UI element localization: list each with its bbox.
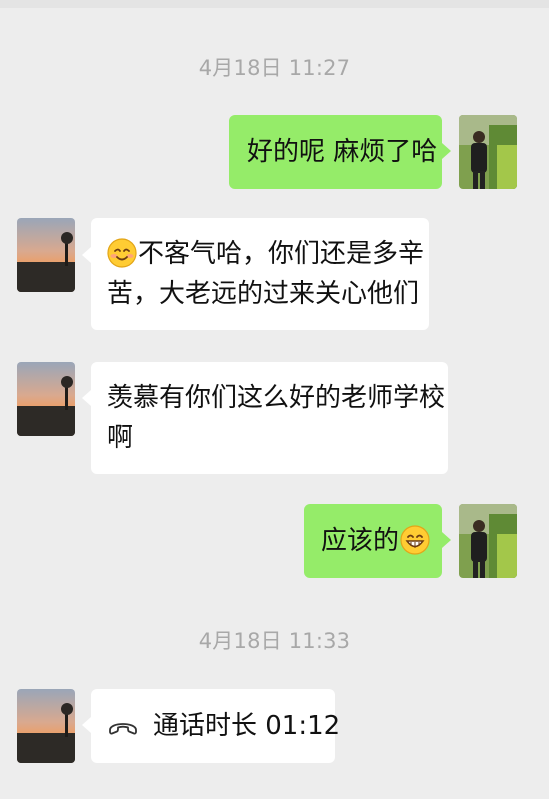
message-text-line: 苦，大老远的过来关心他们	[107, 279, 420, 309]
call-duration-text: 通话时长 01:12	[153, 711, 341, 741]
contact-avatar[interactable]	[17, 689, 75, 763]
message-text: 应该的	[321, 526, 400, 556]
grin-emoji-icon	[400, 525, 430, 555]
bubble-tail	[442, 143, 451, 159]
outgoing-message-bubble[interactable]: 应该的	[304, 504, 442, 578]
smile-emoji-icon	[107, 238, 137, 268]
message-text-line: 啊	[107, 423, 134, 453]
my-avatar[interactable]	[459, 504, 517, 578]
bubble-tail	[82, 247, 91, 263]
bubble-tail	[82, 390, 91, 406]
incoming-message-bubble[interactable]: 不客气哈，你们还是多辛 苦，大老远的过来关心他们	[91, 218, 429, 330]
my-avatar[interactable]	[459, 115, 517, 189]
contact-avatar[interactable]	[17, 362, 75, 436]
message-text-line: 不客气哈，你们还是多辛	[138, 239, 425, 269]
outgoing-message-bubble[interactable]: 好的呢 麻烦了哈	[229, 115, 442, 189]
phone-hangup-icon	[107, 709, 139, 735]
incoming-message-bubble[interactable]: 羡慕有你们这么好的老师学校 啊	[91, 362, 448, 474]
message-timestamp: 4月18日 11:33	[198, 629, 351, 653]
message-text: 好的呢 麻烦了哈	[247, 137, 438, 167]
message-text-line: 羡慕有你们这么好的老师学校	[107, 383, 446, 413]
bubble-tail	[82, 717, 91, 733]
message-timestamp: 4月18日 11:27	[198, 56, 351, 80]
call-record-bubble[interactable]: 通话时长 01:12	[91, 689, 340, 763]
bubble-tail	[442, 532, 451, 548]
contact-avatar[interactable]	[17, 218, 75, 292]
top-divider	[0, 0, 549, 8]
